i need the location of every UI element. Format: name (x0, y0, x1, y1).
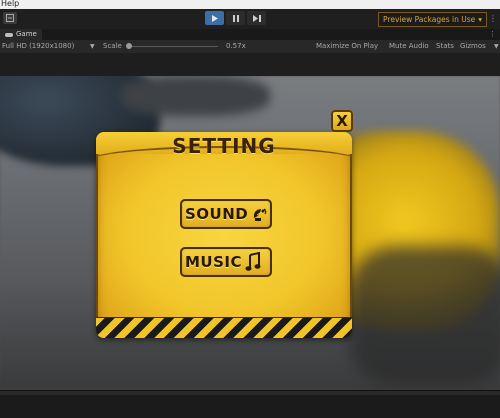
menu-bar: Help (0, 0, 500, 9)
playback-controls (205, 11, 266, 25)
hazard-stripe (96, 317, 352, 338)
tab-bar: Game ⋮ (0, 29, 500, 40)
toolbar: Preview Packages in Use ▾ ⋮ (0, 9, 500, 30)
game-viewport[interactable]: SETTING SOUND MUSIC X (0, 76, 500, 390)
music-button-label: MUSIC (185, 253, 242, 271)
toolbar-more-icon[interactable]: ⋮ (489, 14, 497, 23)
dialog-title: SETTING (172, 134, 276, 158)
mute-audio-toggle[interactable]: Mute Audio (389, 40, 429, 53)
chevron-down-icon: ▼ (494, 43, 499, 50)
pause-button[interactable] (226, 11, 245, 25)
tab-game[interactable]: Game (0, 29, 42, 40)
game-view-controls: Full HD (1920x1080) ▼ Scale 0.57x Maximi… (0, 40, 500, 53)
scale-value: 0.57x (226, 42, 246, 50)
play-icon (211, 14, 218, 22)
sound-button-label: SOUND (185, 205, 249, 223)
gizmos-dropdown[interactable]: Gizmos (460, 40, 486, 53)
bottom-panel (0, 390, 500, 418)
music-button[interactable]: MUSIC (180, 247, 272, 277)
music-note-icon (245, 252, 261, 272)
tab-more-icon[interactable]: ⋮ (489, 29, 496, 40)
menu-help[interactable]: Help (1, 0, 19, 9)
editor-logo-button[interactable] (3, 12, 17, 24)
scale-slider-handle[interactable] (126, 43, 132, 49)
step-icon (252, 14, 261, 22)
preview-packages-label: Preview Packages in Use (383, 15, 476, 24)
stats-toggle[interactable]: Stats (436, 40, 454, 53)
layers-icon (6, 14, 14, 22)
close-button[interactable]: X (331, 110, 353, 132)
pause-icon (232, 14, 239, 22)
gamepad-icon (5, 32, 13, 37)
chevron-down-icon: ▼ (90, 43, 95, 50)
step-button[interactable] (247, 11, 266, 25)
scale-slider-track[interactable] (128, 46, 218, 47)
satellite-dish-icon (251, 206, 269, 222)
scale-label: Scale (103, 42, 122, 50)
chevron-down-icon: ▾ (478, 15, 482, 24)
resolution-dropdown[interactable]: Full HD (1920x1080) (2, 40, 74, 53)
preview-packages-dropdown[interactable]: Preview Packages in Use ▾ (378, 12, 487, 27)
settings-dialog: SETTING SOUND MUSIC (96, 132, 352, 338)
maximize-on-play-toggle[interactable]: Maximize On Play (316, 40, 378, 53)
background-car-top (120, 76, 270, 116)
panel-divider (0, 391, 500, 395)
play-button[interactable] (205, 11, 224, 25)
tab-game-label: Game (16, 30, 37, 38)
sound-button[interactable]: SOUND (180, 199, 272, 229)
